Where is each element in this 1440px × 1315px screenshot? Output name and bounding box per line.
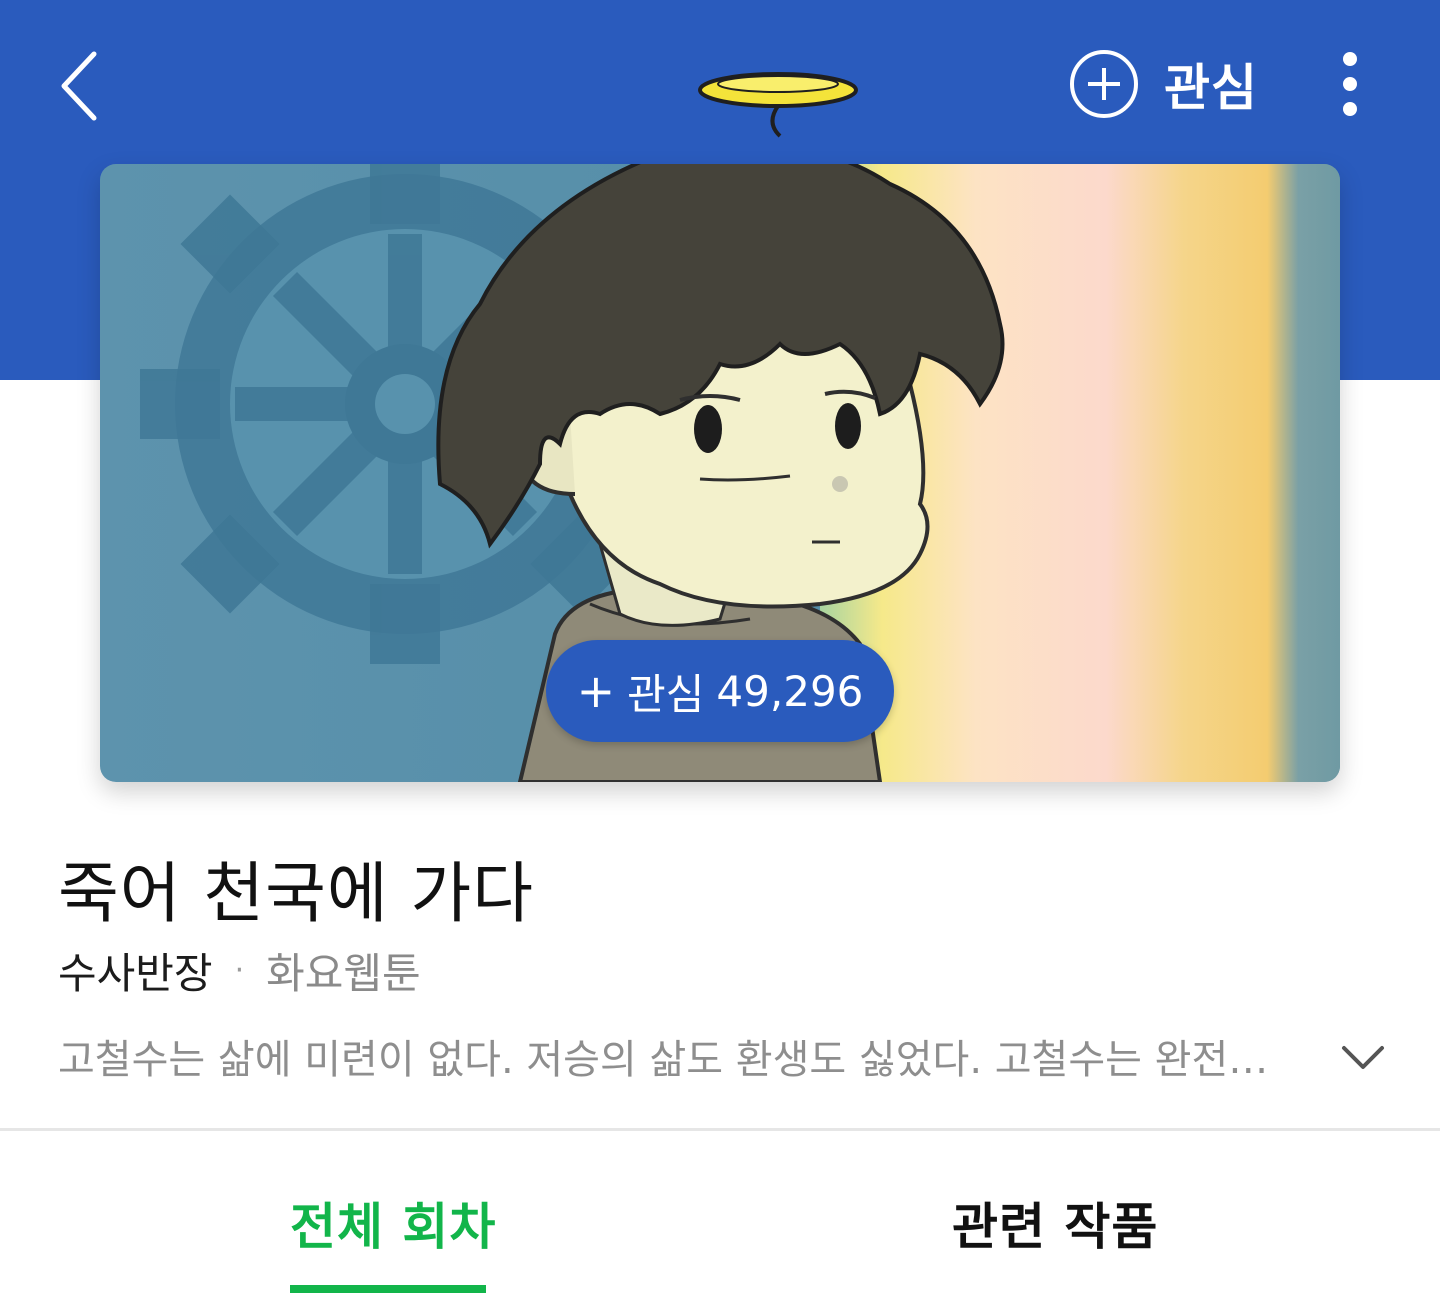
- active-tab-indicator: [290, 1285, 486, 1293]
- follow-count-button[interactable]: + 관심 49,296: [546, 640, 894, 742]
- description-text: 고철수는 삶에 미련이 없다. 저승의 삶도 환생도 싫었다. 고철수는 완전…: [58, 1037, 1269, 1083]
- chevron-down-icon: [1342, 1046, 1384, 1069]
- meta-separator: ·: [234, 952, 245, 988]
- webtoon-meta: 수사반장 · 화요웹툰: [58, 940, 421, 1000]
- kebab-menu-icon: [1343, 52, 1357, 66]
- webtoon-title: 죽어 천국에 가다: [58, 855, 534, 932]
- webtoon-detail-page: 관심 + 관심 49,296 죽어 천국에 가다 수사반장 · 화요웹툰 고철수…: [0, 0, 1440, 1315]
- follow-button[interactable]: 관심: [1070, 48, 1258, 120]
- tab-label: 전체 회차: [290, 1198, 497, 1256]
- author-name[interactable]: 수사반장: [58, 940, 213, 1001]
- publish-day: 화요웹툰: [266, 948, 421, 998]
- description-toggle[interactable]: 고철수는 삶에 미련이 없다. 저승의 삶도 환생도 싫었다. 고철수는 완전…: [58, 1024, 1388, 1088]
- plus-icon: +: [576, 664, 616, 718]
- halo-graphic: [698, 72, 858, 138]
- follow-count-label: 관심: [627, 669, 705, 719]
- back-button[interactable]: [48, 44, 108, 128]
- follow-count-value: 49,296: [716, 666, 864, 716]
- follow-label: 관심: [1164, 59, 1258, 117]
- more-options-button[interactable]: [1322, 48, 1378, 120]
- tab-related-works[interactable]: 관련 작품: [720, 1131, 1440, 1315]
- chevron-left-icon: [61, 51, 97, 121]
- plus-circle-icon: [1070, 50, 1138, 118]
- tab-label: 관련 작품: [952, 1198, 1159, 1256]
